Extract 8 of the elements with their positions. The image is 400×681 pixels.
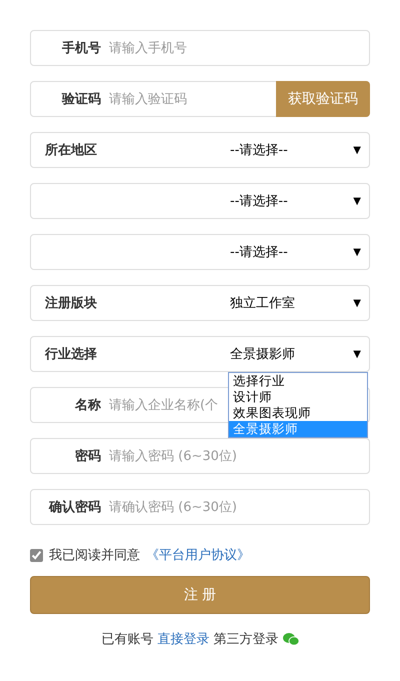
field-label: 密码 bbox=[74, 448, 101, 465]
footer-text: 已有账号 bbox=[102, 631, 154, 648]
field-label: 名称 bbox=[74, 397, 101, 414]
field-label: 验证码 bbox=[60, 91, 101, 108]
field-label: 手机号 bbox=[61, 40, 101, 57]
agreement-text: 我已阅读并同意 bbox=[49, 547, 140, 564]
field-label: 确认密码 bbox=[48, 498, 101, 516]
footer-text: 第三方登录 bbox=[214, 631, 278, 648]
